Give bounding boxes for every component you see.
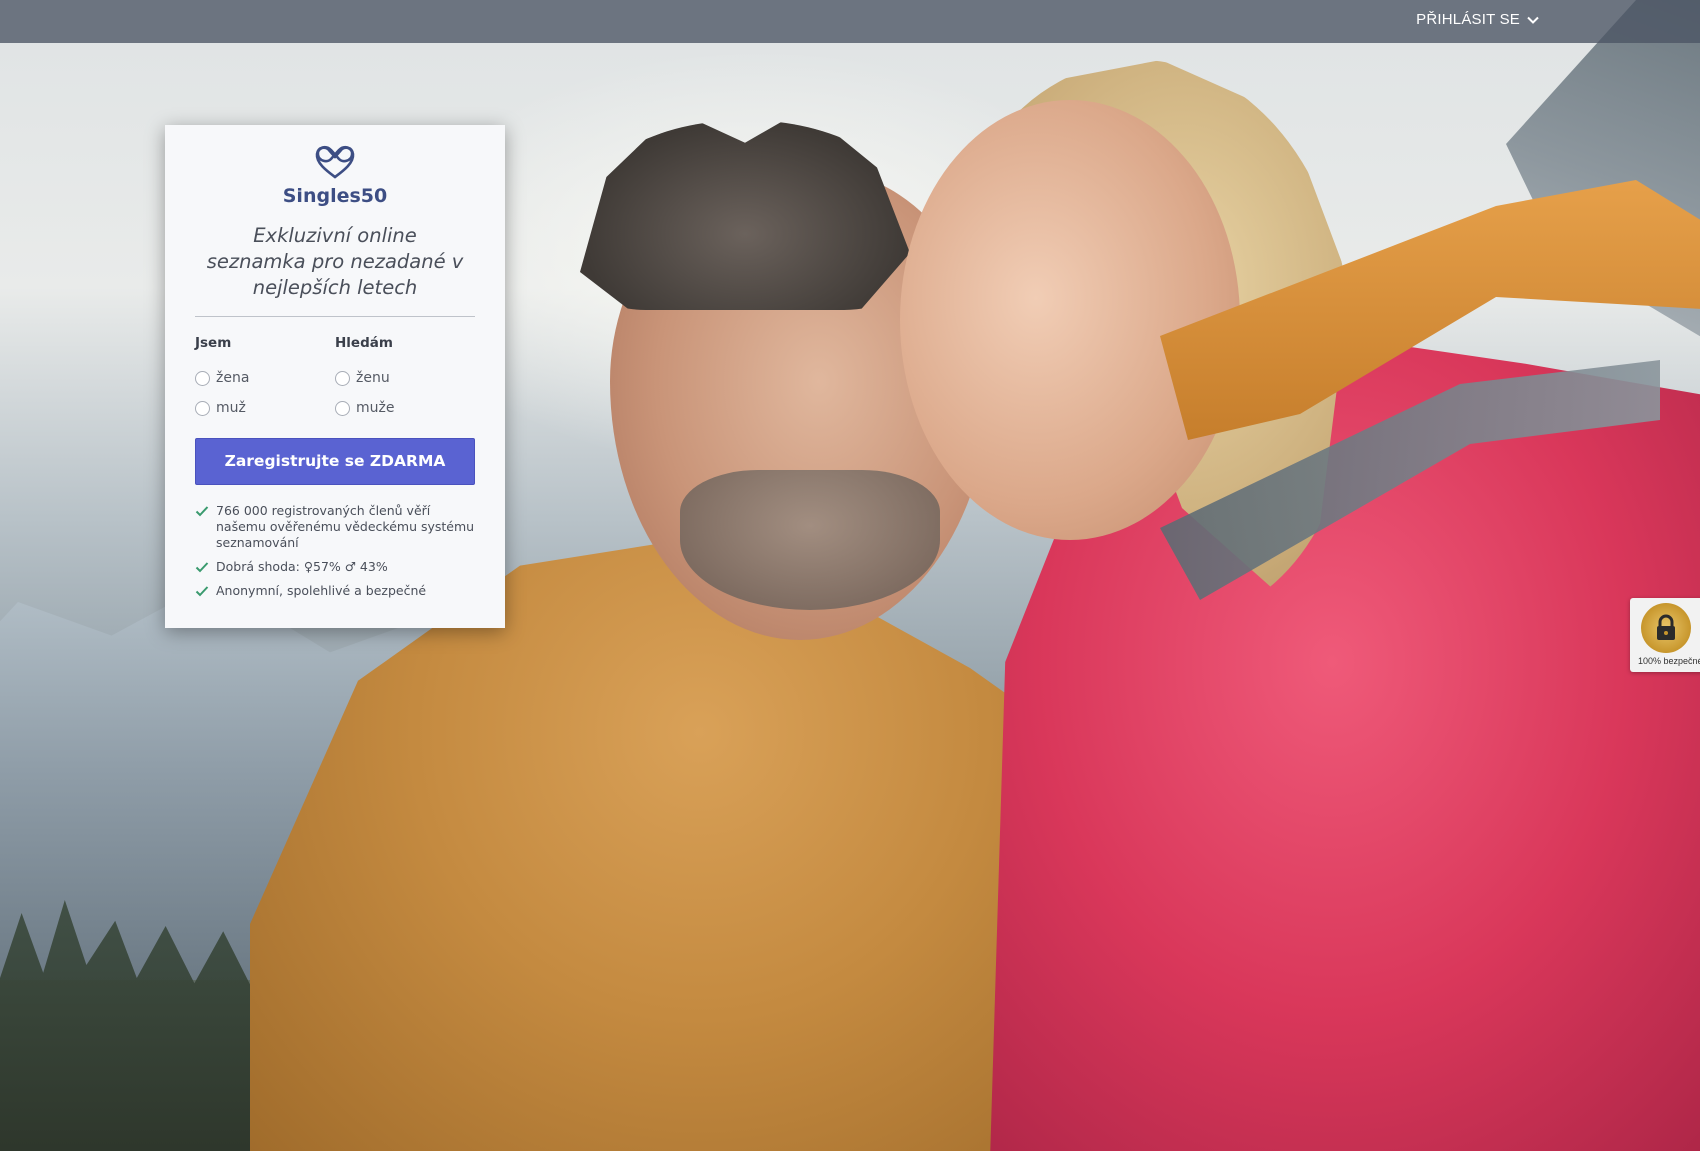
i-am-group: Jsem žena muž (195, 335, 335, 423)
security-seal[interactable]: 100% bezpečné (1630, 598, 1700, 672)
radio-button[interactable] (195, 400, 210, 416)
checkmark-icon (195, 506, 209, 517)
login-button[interactable]: PŘIHLÁSIT SE (1416, 11, 1540, 28)
brand-logo[interactable]: Singles50 (195, 143, 475, 207)
option-label: muže (356, 400, 395, 416)
tagline: Exkluzivní online seznamka pro nezadané … (206, 224, 464, 299)
list-item: 766 000 registrovaných členů věří našemu… (195, 503, 475, 551)
looking-for-woman-option[interactable]: ženu (335, 363, 475, 393)
benefit-text: 766 000 registrovaných členů věří našemu… (216, 503, 475, 550)
brand-name: Singles50 (282, 185, 388, 207)
benefit-text: Dobrá shoda: ♀57% ♂ 43% (216, 559, 388, 574)
benefit-text: Anonymní, spolehlivé a bezpečné (216, 583, 427, 598)
man-hair (580, 120, 910, 310)
seal-text: 100% bezpečné (1638, 656, 1700, 666)
heart-infinity-logo-icon (315, 145, 355, 179)
man-beard (680, 470, 940, 610)
woman-face (900, 100, 1240, 540)
option-label: muž (216, 400, 246, 416)
divider (195, 316, 475, 317)
list-item: Anonymní, spolehlivé a bezpečné (195, 583, 475, 599)
looking-for-man-option[interactable]: muže (335, 393, 475, 423)
top-bar: PŘIHLÁSIT SE (0, 0, 1700, 43)
register-free-button[interactable]: Zaregistrujte se ZDARMA (195, 438, 475, 485)
radio-button[interactable] (335, 400, 350, 416)
i-am-label: Jsem (195, 335, 232, 351)
checkmark-icon (195, 586, 209, 597)
registration-card: Singles50 Exkluzivní online seznamka pro… (165, 125, 505, 628)
option-label: žena (216, 370, 250, 386)
i-am-man-option[interactable]: muž (195, 393, 335, 423)
checkmark-icon (195, 562, 209, 573)
list-item: Dobrá shoda: ♀57% ♂ 43% (195, 559, 475, 575)
option-label: ženu (356, 370, 390, 386)
lock-icon (1657, 614, 1675, 640)
looking-for-label: Hledám (335, 335, 393, 351)
i-am-woman-option[interactable]: žena (195, 363, 335, 393)
radio-button[interactable] (195, 370, 210, 386)
chevron-down-icon (1527, 16, 1539, 24)
benefits-list: 766 000 registrovaných členů věří našemu… (195, 503, 475, 599)
gender-selection: Jsem žena muž Hledám ženu muže (195, 335, 475, 423)
login-label: PŘIHLÁSIT SE (1416, 11, 1520, 28)
looking-for-group: Hledám ženu muže (335, 335, 475, 423)
radio-button[interactable] (335, 370, 350, 386)
